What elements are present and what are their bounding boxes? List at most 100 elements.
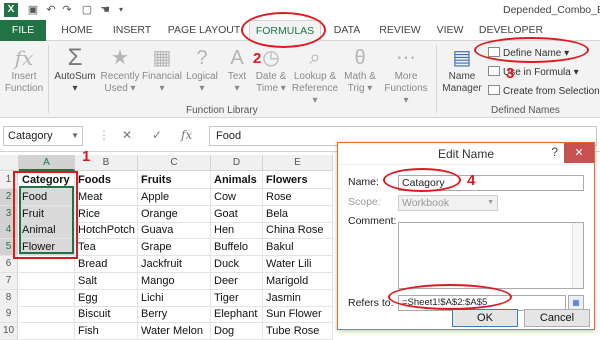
redo-icon[interactable]: ↷ <box>60 3 74 17</box>
enter-entry-icon[interactable]: ✓ <box>152 128 162 142</box>
cell-c8[interactable]: Lichi <box>138 290 211 307</box>
cell-e4[interactable]: China Rose <box>263 222 333 239</box>
cell-b9[interactable]: Biscuit <box>75 306 138 323</box>
print-preview-icon[interactable]: ▢ <box>80 3 94 17</box>
autosum-label-2: ▾ <box>72 83 78 94</box>
cell-c4[interactable]: Guava <box>138 222 211 239</box>
cell-d3[interactable]: Goat <box>211 206 263 223</box>
cell-d2[interactable]: Cow <box>211 189 263 206</box>
ok-button[interactable]: OK <box>452 309 518 327</box>
lookup-reference-button[interactable]: ⌕ Lookup & Reference ▾ <box>290 47 340 107</box>
undo-icon[interactable]: ↶ <box>44 3 58 17</box>
cell-c10[interactable]: Water Melon <box>138 323 211 340</box>
comment-scrollbar[interactable] <box>572 223 583 288</box>
cell-c2[interactable]: Apple <box>138 189 211 206</box>
cell-d1[interactable]: Animals <box>211 172 263 189</box>
insert-function-icon[interactable]: fx <box>181 128 192 142</box>
cell-e10[interactable]: Tube Rose <box>263 323 333 340</box>
create-from-selection-label: Create from Selection <box>503 86 600 97</box>
tab-insert[interactable]: INSERT <box>106 20 158 41</box>
cell-e7[interactable]: Marigold <box>263 273 333 290</box>
chevron-down-icon[interactable]: ▼ <box>71 127 79 145</box>
cell-d9[interactable]: Elephant <box>211 306 263 323</box>
column-header-c[interactable]: C <box>138 155 211 171</box>
math-trig-button[interactable]: θ Math & Trig ▾ <box>340 47 380 95</box>
cell-a8[interactable] <box>19 290 75 307</box>
customize-qat-icon[interactable]: ▾ <box>114 3 128 17</box>
row-header[interactable]: 9 <box>0 306 18 323</box>
cell-e3[interactable]: Bela <box>263 206 333 223</box>
cancel-entry-icon[interactable]: ✕ <box>122 128 132 142</box>
tab-home[interactable]: HOME <box>52 20 102 41</box>
cell-d6[interactable]: Duck <box>211 256 263 273</box>
cell-a7[interactable] <box>19 273 75 290</box>
save-icon[interactable]: ▣ <box>26 3 40 17</box>
financial-button[interactable]: ▦ Financial ▾ <box>140 47 184 95</box>
create-from-selection-button[interactable]: Create from Selection <box>488 85 600 97</box>
clock-book-icon: ◷ <box>262 47 280 69</box>
more-functions-book-icon: ⋯ <box>396 47 416 69</box>
math-trig-label-1: Math & <box>344 71 376 82</box>
cell-e5[interactable]: Bakul <box>263 239 333 256</box>
row-header[interactable]: 10 <box>0 323 18 340</box>
cell-e1[interactable]: Flowers <box>263 172 333 189</box>
cell-c6[interactable]: Jackfruit <box>138 256 211 273</box>
tab-data[interactable]: DATA <box>327 20 367 41</box>
cell-b7[interactable]: Salt <box>75 273 138 290</box>
column-header-e[interactable]: E <box>263 155 333 171</box>
column-header-a[interactable]: A <box>19 155 75 171</box>
autosum-button[interactable]: Σ AutoSum ▾ <box>52 46 98 95</box>
cell-e9[interactable]: Sun Flower <box>263 306 333 323</box>
autosum-label-1: AutoSum <box>54 71 96 82</box>
insert-function-button[interactable]: fx Insert Function <box>2 47 46 95</box>
more-functions-button[interactable]: ⋯ More Functions ▾ <box>382 47 430 107</box>
refers-to-label: Refers to: <box>348 297 394 309</box>
cell-b2[interactable]: Meat <box>75 189 138 206</box>
touch-mode-icon[interactable]: ☚ <box>98 3 112 17</box>
cell-c7[interactable]: Mango <box>138 273 211 290</box>
date-time-label-2: Time ▾ <box>256 83 286 94</box>
cell-a10[interactable] <box>19 323 75 340</box>
help-icon[interactable]: ? <box>551 145 558 159</box>
math-trig-label-2: Trig ▾ <box>347 83 373 94</box>
cell-d5[interactable]: Buffelo <box>211 239 263 256</box>
row-header[interactable]: 7 <box>0 273 18 290</box>
comment-field[interactable] <box>398 222 584 289</box>
name-box[interactable]: Catagory ▼ <box>3 126 83 146</box>
recently-used-button[interactable]: ★ Recently Used ▾ <box>98 47 142 95</box>
lookup-book-icon: ⌕ <box>309 47 321 69</box>
cell-b6[interactable]: Bread <box>75 256 138 273</box>
cell-b1[interactable]: Foods <box>75 172 138 189</box>
cell-b10[interactable]: Fish <box>75 323 138 340</box>
close-icon[interactable]: ✕ <box>564 143 594 163</box>
row-header[interactable]: 8 <box>0 290 18 307</box>
use-in-formula-button[interactable]: Use in Formula ▾ <box>488 66 579 78</box>
cell-a9[interactable] <box>19 306 75 323</box>
cell-e2[interactable]: Rose <box>263 189 333 206</box>
excel-app-icon[interactable]: X <box>4 3 18 17</box>
cell-b4[interactable]: HotchPotch <box>75 222 138 239</box>
text-button[interactable]: A Text ▾ <box>222 47 252 95</box>
tab-view[interactable]: VIEW <box>432 20 468 41</box>
cancel-button[interactable]: Cancel <box>524 309 590 327</box>
cell-b8[interactable]: Egg <box>75 290 138 307</box>
select-all-corner[interactable] <box>0 155 19 171</box>
tab-page-layout[interactable]: PAGE LAYOUT <box>163 20 245 41</box>
cell-c5[interactable]: Grape <box>138 239 211 256</box>
cell-d10[interactable]: Dog <box>211 323 263 340</box>
cell-e8[interactable]: Jasmin <box>263 290 333 307</box>
cell-c3[interactable]: Orange <box>138 206 211 223</box>
cell-d7[interactable]: Deer <box>211 273 263 290</box>
cell-e6[interactable]: Water Lili <box>263 256 333 273</box>
column-header-d[interactable]: D <box>211 155 263 171</box>
cell-b5[interactable]: Tea <box>75 239 138 256</box>
cell-c9[interactable]: Berry <box>138 306 211 323</box>
cell-b3[interactable]: Rice <box>75 206 138 223</box>
cell-d8[interactable]: Tiger <box>211 290 263 307</box>
cell-c1[interactable]: Fruits <box>138 172 211 189</box>
tab-file[interactable]: FILE <box>0 20 46 41</box>
logical-button[interactable]: ? Logical ▾ <box>184 47 220 95</box>
tab-review[interactable]: REVIEW <box>374 20 426 41</box>
cell-d4[interactable]: Hen <box>211 222 263 239</box>
window-title: Depended_Combo_By_M <box>503 4 600 16</box>
